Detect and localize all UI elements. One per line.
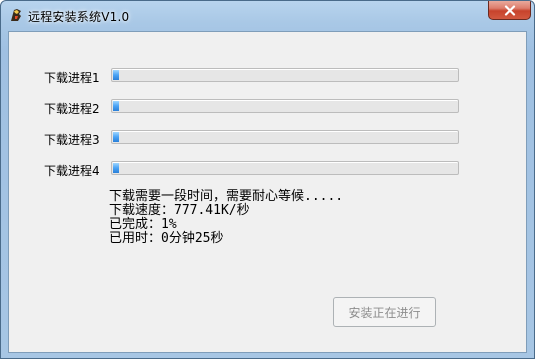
progress-fill-2: [113, 101, 119, 111]
completed-percent: 已完成：1%: [109, 217, 177, 232]
app-logo-icon: [8, 7, 24, 23]
progress-bar-4: [111, 161, 459, 175]
progress-bar-1: [111, 68, 459, 82]
progress-fill-1: [113, 70, 119, 80]
client-area: 下载进程1 下载进程2 下载进程3 下载进程4 下载需要一段时间，需要耐心等候.…: [8, 31, 527, 353]
progress-label-3: 下载进程3: [44, 133, 100, 147]
progress-fill-4: [113, 163, 119, 173]
title-bar[interactable]: 远程安装系统V1.0: [1, 1, 534, 31]
close-icon: [504, 4, 516, 16]
progress-label-2: 下载进程2: [44, 102, 100, 116]
install-progress-button[interactable]: 安装正在进行: [333, 297, 436, 327]
download-speed: 下载速度：777.41K/秒: [109, 203, 250, 218]
window-title: 远程安装系统V1.0: [28, 10, 130, 24]
app-window: 远程安装系统V1.0 下载进程1 下载进程2 下载进程3 下载进程4 下载需要一…: [0, 0, 535, 359]
progress-fill-3: [113, 132, 119, 142]
close-button[interactable]: [488, 1, 531, 20]
install-button-label: 安装正在进行: [348, 305, 421, 320]
status-message: 下载需要一段时间，需要耐心等候.....: [109, 189, 344, 204]
progress-label-4: 下载进程4: [44, 164, 100, 178]
progress-bar-3: [111, 130, 459, 144]
progress-bar-2: [111, 99, 459, 113]
progress-label-1: 下载进程1: [44, 71, 100, 85]
elapsed-time: 已用时：0分钟25秒: [109, 231, 224, 246]
